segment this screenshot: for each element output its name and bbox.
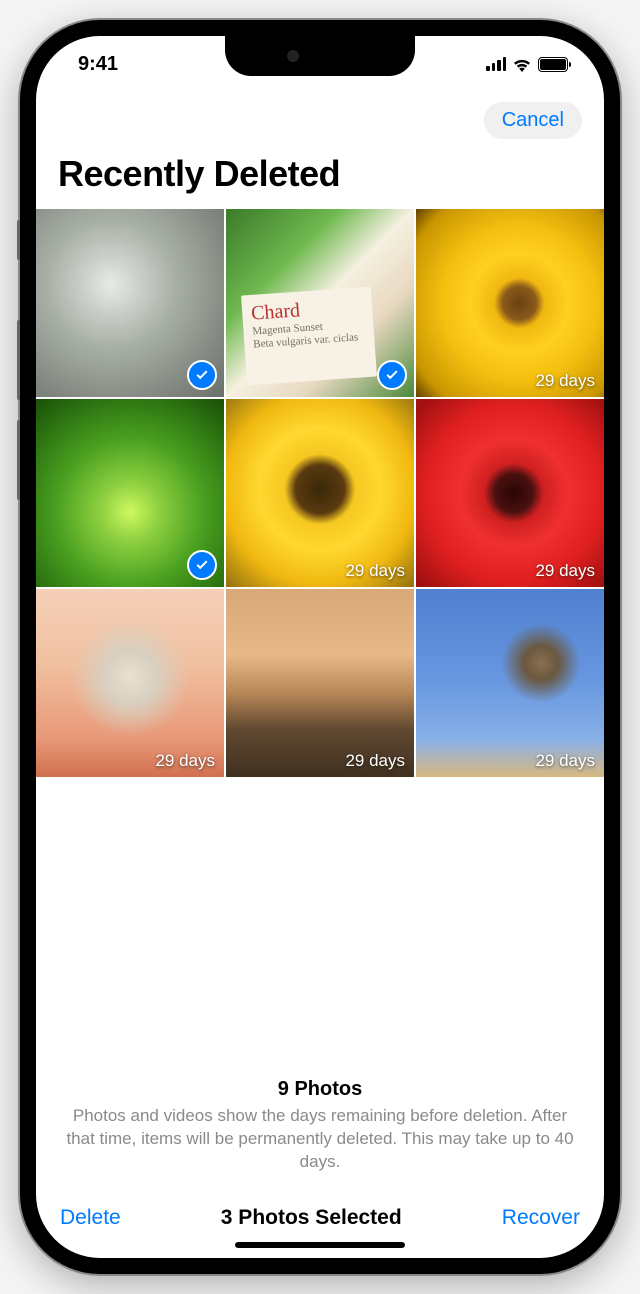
battery-icon [538, 57, 568, 72]
deletion-description: Photos and videos show the days remainin… [60, 1105, 580, 1174]
days-remaining-label: 29 days [535, 371, 595, 391]
spacer [36, 777, 604, 1078]
photo-thumbnail [226, 399, 414, 587]
cancel-button[interactable]: Cancel [484, 102, 582, 139]
days-remaining-label: 29 days [535, 561, 595, 581]
photo-item-3[interactable] [36, 399, 224, 587]
photo-item-8[interactable]: 29 days [416, 589, 604, 777]
photo-count-label: 9 Photos [60, 1078, 580, 1101]
chard-card-text: Chard Magenta Sunset Beta vulgaris var. … [250, 295, 358, 352]
photo-thumbnail [416, 209, 604, 397]
delete-button[interactable]: Delete [60, 1206, 121, 1230]
days-remaining-label: 29 days [345, 751, 405, 771]
selected-check-icon [187, 360, 217, 390]
photo-item-2[interactable]: 29 days [416, 209, 604, 397]
photo-item-0[interactable] [36, 209, 224, 397]
photo-item-7[interactable]: 29 days [226, 589, 414, 777]
photo-item-4[interactable]: 29 days [226, 399, 414, 587]
selected-check-icon [187, 550, 217, 580]
photo-item-5[interactable]: 29 days [416, 399, 604, 587]
days-remaining-label: 29 days [535, 751, 595, 771]
photo-item-6[interactable]: 29 days [36, 589, 224, 777]
status-right [486, 56, 568, 72]
cellular-icon [486, 57, 506, 71]
photo-thumbnail [416, 399, 604, 587]
selection-count-label: 3 Photos Selected [221, 1206, 402, 1230]
days-remaining-label: 29 days [155, 751, 215, 771]
selected-check-icon [377, 360, 407, 390]
screen: 9:41 Cancel Recently Deleted [36, 36, 604, 1258]
home-indicator[interactable] [235, 1242, 405, 1248]
photo-thumbnail [36, 589, 224, 777]
photo-thumbnail [226, 589, 414, 777]
phone-frame: 9:41 Cancel Recently Deleted [20, 20, 620, 1274]
photo-thumbnail [416, 589, 604, 777]
bottom-toolbar: Delete 3 Photos Selected Recover [36, 1190, 604, 1242]
photo-item-1[interactable]: Chard Magenta Sunset Beta vulgaris var. … [226, 209, 414, 397]
page-title: Recently Deleted [36, 153, 604, 209]
recover-button[interactable]: Recover [502, 1206, 580, 1230]
summary-block: 9 Photos Photos and videos show the days… [36, 1078, 604, 1190]
wifi-icon [512, 56, 532, 72]
notch [225, 36, 415, 76]
nav-bar: Cancel [36, 92, 604, 153]
days-remaining-label: 29 days [345, 561, 405, 581]
photo-grid: Chard Magenta Sunset Beta vulgaris var. … [36, 209, 604, 777]
status-time: 9:41 [78, 53, 118, 76]
